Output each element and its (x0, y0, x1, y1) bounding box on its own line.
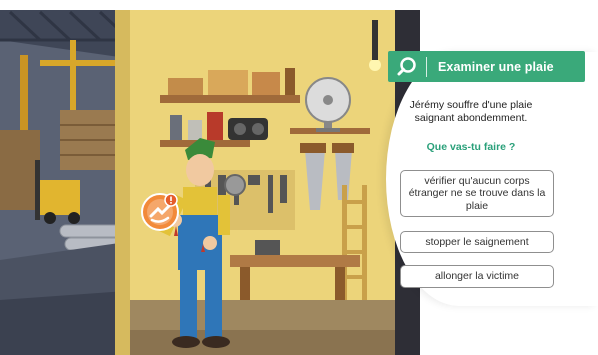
search-icon (388, 51, 426, 82)
question-text: Que vas-tu faire ? (426, 141, 516, 153)
scenario-prompt: Jérémy souffre d'une plaie saignant abon… (409, 99, 533, 124)
answer-label: allonger la victime (434, 270, 520, 283)
header-separator (426, 56, 427, 77)
answer-label: vérifier qu'aucun corps étranger ne se t… (408, 174, 546, 212)
answer-label: stopper le saignement (425, 235, 529, 248)
panel-title: Examiner une plaie (438, 59, 554, 74)
answer-option-stop-bleeding[interactable]: stopper le saignement (400, 231, 554, 253)
panel-header: Examiner une plaie (388, 51, 585, 82)
cut-hand-alert-icon[interactable] (140, 192, 180, 232)
answer-option-lay-down-victim[interactable]: allonger la victime (400, 265, 554, 288)
answer-option-check-wound[interactable]: vérifier qu'aucun corps étranger ne se t… (400, 170, 554, 217)
